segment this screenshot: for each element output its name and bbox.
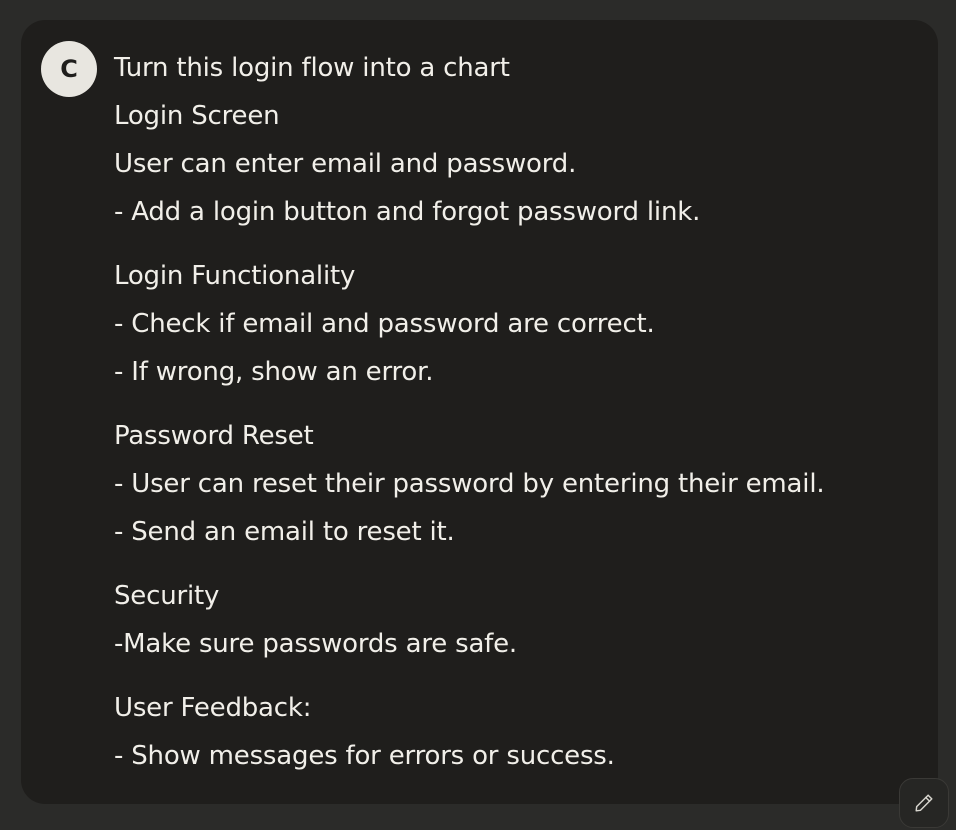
message-line: - Show messages for errors or success.	[114, 741, 615, 771]
message-line: - Check if email and password are correc…	[114, 309, 655, 339]
message-line: - Add a login button and forgot password…	[114, 197, 701, 227]
avatar-initial: C	[60, 55, 78, 83]
edit-message-button[interactable]	[899, 778, 949, 828]
message-line: -Make sure passwords are safe.	[114, 629, 517, 659]
pencil-icon	[915, 794, 933, 812]
message-line: Turn this login flow into a chart	[114, 53, 510, 83]
message-line: Password Reset	[114, 421, 314, 451]
avatar: C	[41, 41, 97, 97]
message-line: - If wrong, show an error.	[114, 357, 434, 387]
message-line: Login Screen	[114, 101, 280, 131]
message-line: Login Functionality	[114, 261, 356, 291]
message-line: User can enter email and password.	[114, 149, 577, 179]
message-line: - Send an email to reset it.	[114, 517, 455, 547]
message-line: Security	[114, 581, 220, 611]
message-line: User Feedback:	[114, 693, 312, 723]
message-line: - User can reset their password by enter…	[114, 469, 825, 499]
